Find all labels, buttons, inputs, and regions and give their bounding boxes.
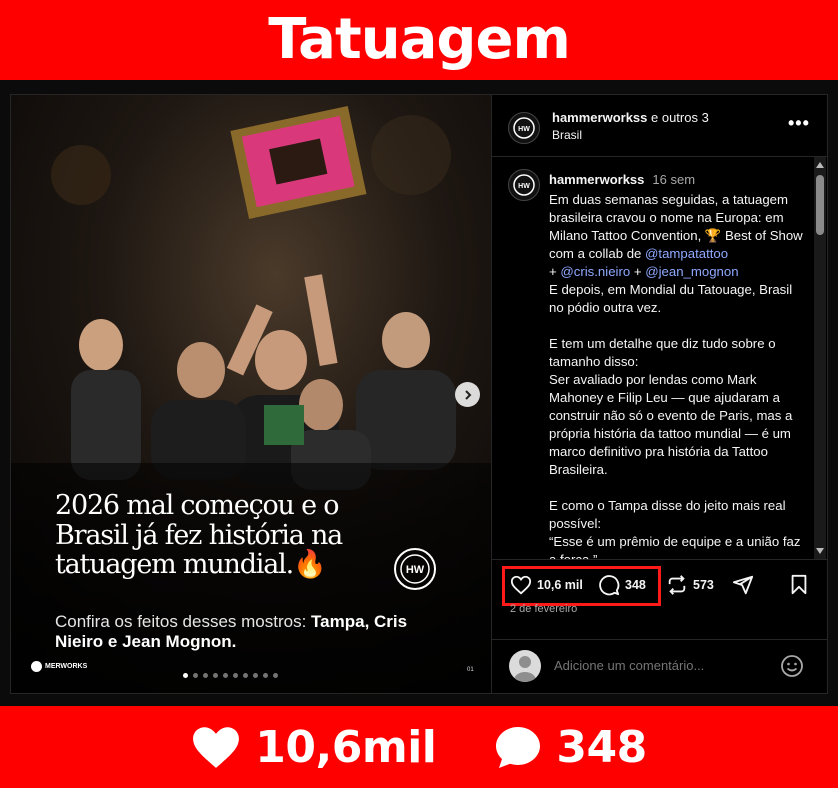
comment-icon xyxy=(496,727,541,768)
top-banner: Tatuagem xyxy=(0,0,838,80)
carousel-dot[interactable] xyxy=(193,673,198,678)
carousel-dot[interactable] xyxy=(233,673,238,678)
banner-title: Tatuagem xyxy=(268,7,571,72)
scroll-down-arrow[interactable] xyxy=(816,548,824,554)
mention-cris-nieiro[interactable]: @cris.nieiro xyxy=(560,264,630,279)
carousel-dot[interactable] xyxy=(203,673,208,678)
hw-avatar-icon: HW xyxy=(513,117,535,139)
bottom-banner: 10,6mil 348 xyxy=(0,706,838,788)
summary-likes: 10,6mil xyxy=(255,721,437,773)
mention-tampatattoo[interactable]: @tampatattoo xyxy=(645,246,728,261)
post-actions: 10,6 mil 348 573 xyxy=(492,559,828,609)
brand-person-icon xyxy=(31,661,42,672)
caption-time: 16 sem xyxy=(652,172,696,187)
comment-bar xyxy=(492,639,828,693)
author-others[interactable]: e outros 3 xyxy=(647,110,709,125)
caption-text-part2: E depois, em Mondial du Tatouage, Brasil… xyxy=(549,282,801,559)
default-user-icon xyxy=(514,656,536,682)
photo-page-number: 01 xyxy=(467,667,474,673)
bookmark-icon[interactable] xyxy=(788,574,810,596)
carousel-dot[interactable] xyxy=(223,673,228,678)
carousel-dot[interactable] xyxy=(263,673,268,678)
instagram-post: 2026 mal começou e o Brasil já fez histó… xyxy=(10,94,828,694)
post-authors[interactable]: hammerworkss e outros 3 xyxy=(552,110,709,125)
brand-tag-text: MERWORKS xyxy=(45,663,88,670)
repost-action[interactable]: 573 xyxy=(666,574,714,596)
caption-text: Em duas semanas seguidas, a tatuagem bra… xyxy=(549,191,807,559)
caption-username[interactable]: hammerworkss xyxy=(549,172,644,187)
photo-subline: Confira os feitos desses mostros: Tampa,… xyxy=(55,612,425,651)
carousel-dot[interactable] xyxy=(273,673,278,678)
post-date[interactable]: 2 de fevereiro xyxy=(510,603,577,615)
scroll-thumb[interactable] xyxy=(816,175,824,235)
photo-brand-tag: MERWORKS xyxy=(31,661,87,672)
caption-scroll-area[interactable]: HW hammerworkss 16 sem Em duas semanas se… xyxy=(492,157,828,559)
author-avatar[interactable]: HW xyxy=(508,112,540,144)
avatar-letters: HW xyxy=(518,126,530,133)
carousel-dot[interactable] xyxy=(253,673,258,678)
repost-icon[interactable] xyxy=(666,574,688,596)
heart-icon xyxy=(193,727,240,768)
author-username[interactable]: hammerworkss xyxy=(552,110,647,125)
photo-subline-prefix: Confira os feitos desses mostros: xyxy=(55,612,312,631)
caption-user-line: hammerworkss 16 sem xyxy=(549,172,695,187)
photo-headline: 2026 mal começou e o Brasil já fez histó… xyxy=(55,490,343,581)
post-header: HW hammerworkss e outros 3 Brasil ••• xyxy=(492,95,828,157)
emoji-icon[interactable] xyxy=(780,654,804,678)
caption-scrollbar[interactable] xyxy=(814,157,826,559)
carousel-dot[interactable] xyxy=(243,673,248,678)
current-user-avatar xyxy=(509,650,541,682)
comment-input[interactable] xyxy=(554,658,754,673)
carousel-dot[interactable] xyxy=(183,673,188,678)
post-photo[interactable]: 2026 mal começou e o Brasil já fez histó… xyxy=(11,95,491,693)
repost-count[interactable]: 573 xyxy=(693,578,714,592)
hammerworks-logo-icon: HW xyxy=(394,548,436,590)
logo-text: HW xyxy=(406,564,425,576)
carousel-next-button[interactable] xyxy=(455,382,480,407)
carousel-dots xyxy=(183,673,278,678)
caption-avatar[interactable]: HW xyxy=(508,169,540,201)
scroll-up-arrow[interactable] xyxy=(816,162,824,168)
more-options-icon[interactable]: ••• xyxy=(788,113,810,134)
post-side-panel: HW hammerworkss e outros 3 Brasil ••• HW… xyxy=(491,95,828,693)
mention-jean-mognon[interactable]: @jean_mognon xyxy=(645,264,738,279)
hw-avatar-icon: HW xyxy=(513,174,535,196)
likes-comments-highlight-box xyxy=(502,566,661,606)
caption-plus2: + xyxy=(630,264,646,279)
summary-comments: 348 xyxy=(556,721,647,773)
carousel-dot[interactable] xyxy=(213,673,218,678)
post-location[interactable]: Brasil xyxy=(552,128,582,142)
chevron-right-icon xyxy=(464,389,471,400)
caption-plus1: + xyxy=(549,264,557,279)
avatar-letters: HW xyxy=(518,183,530,190)
share-icon[interactable] xyxy=(732,574,754,596)
